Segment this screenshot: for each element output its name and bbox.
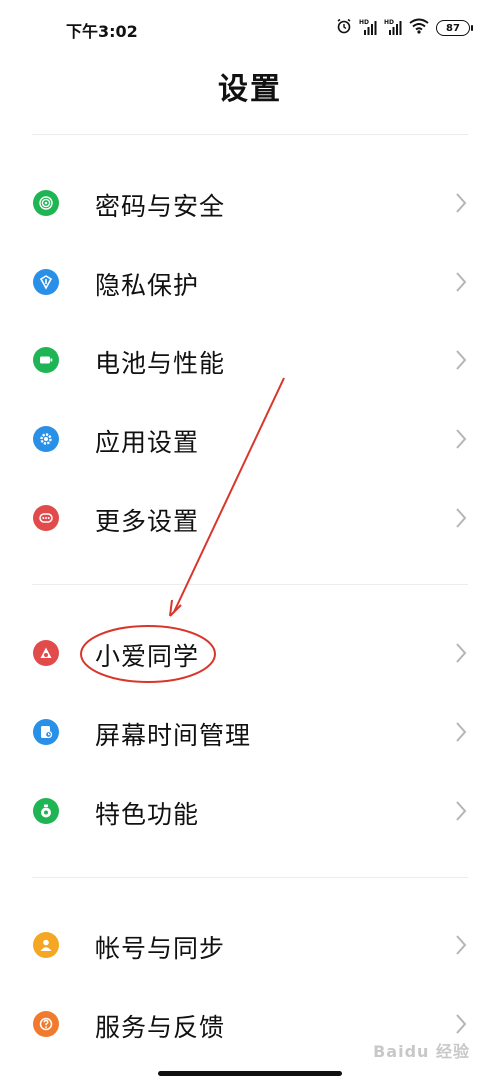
chevron-right-icon [456, 801, 467, 821]
account-icon [33, 932, 59, 958]
settings-item-battery-performance[interactable]: 电池与性能 [0, 330, 500, 390]
chevron-right-icon [456, 193, 467, 213]
fingerprint-icon [33, 190, 59, 216]
xiaoai-icon [33, 640, 59, 666]
settings-item-password-security[interactable]: 密码与安全 [0, 173, 500, 233]
more-dots-icon [33, 505, 59, 531]
status-time: 下午3:02 [66, 22, 138, 41]
chevron-right-icon [456, 935, 467, 955]
gear-icon [33, 426, 59, 452]
settings-item-privacy[interactable]: 隐私保护 [0, 252, 500, 312]
chevron-right-icon [456, 643, 467, 663]
status-bar: 下午3:02 HD HD 87 [0, 0, 500, 56]
signal-strength-2-icon: HD [384, 19, 402, 36]
page-title: 设置 [218, 72, 282, 107]
battery-icon [33, 347, 59, 373]
settings-item-label: 帐号与同步 [95, 934, 226, 963]
chevron-right-icon [456, 722, 467, 742]
settings-item-label: 应用设置 [95, 428, 200, 457]
settings-item-label: 屏幕时间管理 [95, 721, 252, 750]
divider [32, 877, 468, 878]
chevron-right-icon [456, 350, 467, 370]
chevron-right-icon [456, 1014, 467, 1034]
settings-item-screen-time[interactable]: 屏幕时间管理 [0, 702, 500, 762]
settings-item-app-settings[interactable]: 应用设置 [0, 409, 500, 469]
annotation-arrowhead [169, 599, 182, 617]
settings-item-label: 密码与安全 [95, 192, 226, 221]
settings-item-label: 更多设置 [95, 507, 200, 536]
chevron-right-icon [456, 508, 467, 528]
wifi-icon [409, 18, 429, 38]
status-icons: HD HD 87 [336, 17, 473, 39]
privacy-icon [33, 269, 59, 295]
settings-item-label: 特色功能 [95, 800, 200, 829]
settings-item-label: 隐私保护 [95, 271, 200, 300]
settings-item-xiaoai[interactable]: 小爱同学 [0, 623, 500, 683]
settings-item-special-features[interactable]: 特色功能 [0, 781, 500, 841]
settings-item-label: 服务与反馈 [95, 1013, 226, 1042]
screen-time-icon [33, 719, 59, 745]
settings-item-label: 电池与性能 [95, 349, 226, 378]
feedback-icon [33, 1011, 59, 1037]
settings-item-more-settings[interactable]: 更多设置 [0, 488, 500, 548]
features-icon [33, 798, 59, 824]
chevron-right-icon [456, 429, 467, 449]
signal-strength-icon: HD [359, 19, 377, 36]
settings-item-account-sync[interactable]: 帐号与同步 [0, 915, 500, 975]
alarm-icon [336, 18, 352, 38]
chevron-right-icon [456, 272, 467, 292]
divider [32, 134, 468, 135]
battery-indicator: 87 [436, 20, 473, 36]
settings-item-label: 小爱同学 [95, 642, 200, 671]
divider [32, 584, 468, 585]
watermark: Baidu 经验 [373, 1042, 470, 1061]
home-indicator[interactable] [158, 1071, 342, 1076]
